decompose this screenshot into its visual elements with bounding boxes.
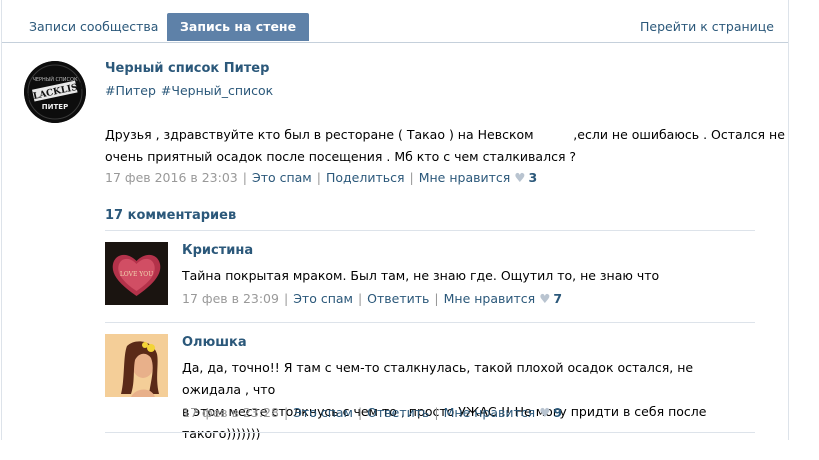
comments-header[interactable]: 17 комментариев xyxy=(105,208,236,223)
like-count: 3 xyxy=(528,170,538,185)
spam-link[interactable]: Это спам xyxy=(293,405,353,420)
heart-icon[interactable]: ♥ xyxy=(539,291,550,306)
comment: LOVE YOU Кристина Тайна покрытая мраком.… xyxy=(105,230,755,317)
user-photo-icon xyxy=(105,334,168,397)
hashtag-piter[interactable]: #Питер xyxy=(105,83,156,98)
comment-date[interactable]: 17 фев в 23:28 xyxy=(182,405,279,420)
hashtag-blacklist[interactable]: #Черный_список xyxy=(161,83,273,98)
heart-icon[interactable]: ♥ xyxy=(514,170,525,185)
divider xyxy=(105,432,755,433)
like-link[interactable]: Мне нравится xyxy=(444,405,536,420)
comment-date[interactable]: 17 фев в 23:09 xyxy=(182,291,279,306)
blacklist-logo-icon: ЧЕРНЫЙ СПИСОК BLACKLIST ПИТЕР xyxy=(24,61,86,123)
group-avatar[interactable]: ЧЕРНЫЙ СПИСОК BLACKLIST ПИТЕР xyxy=(24,61,86,123)
post-frame: Записи сообщества Запись на стене Перейт… xyxy=(1,0,789,441)
separator: | xyxy=(409,170,414,185)
commenter-avatar[interactable]: LOVE YOU xyxy=(105,242,168,305)
spam-link[interactable]: Это спам xyxy=(252,170,312,185)
post-text: Друзья , здравствуйте кто был в ресторан… xyxy=(105,124,785,168)
comment-text: Тайна покрытая мраком. Был там, не знаю … xyxy=(182,268,660,283)
separator: | xyxy=(242,170,247,185)
hashtags: #Питер #Черный_список xyxy=(105,83,278,98)
group-name-link[interactable]: Черный список Питер xyxy=(105,61,269,76)
post-text-line: Друзья , здравствуйте кто был в ресторан… xyxy=(105,127,785,142)
tab-community-posts[interactable]: Записи сообщества xyxy=(16,13,171,41)
post-text-line: очень приятный осадок после посещения . … xyxy=(105,149,577,164)
share-link[interactable]: Поделиться xyxy=(326,170,405,185)
separator: | xyxy=(283,405,289,420)
reply-link[interactable]: Ответить xyxy=(367,405,429,420)
like-link[interactable]: Мне нравится xyxy=(419,170,511,185)
like-link[interactable]: Мне нравится xyxy=(444,291,536,306)
comment-meta: 17 фев в 23:09 | Это спам | Ответить | Мне нра… xyxy=(182,291,562,306)
heart-icon[interactable]: ♥ xyxy=(539,405,550,420)
commenter-name[interactable]: Кристина xyxy=(182,243,253,258)
tab-wall-post[interactable]: Запись на стене xyxy=(167,13,310,41)
separator: | xyxy=(283,291,289,306)
avatar-text-bottom: ПИТЕР xyxy=(42,103,68,111)
like-count: 7 xyxy=(553,291,563,306)
comment-meta: 17 фев в 23:28 | Это спам | Ответить | Мне нра… xyxy=(182,405,562,420)
goto-page-link[interactable]: Перейти к странице xyxy=(640,13,774,41)
tabs-bar: Записи сообщества Запись на стене Перейт… xyxy=(2,0,788,43)
post-meta: 17 фев 2016 в 23:03 | Это спам | Поделиться |… xyxy=(105,170,537,185)
separator: | xyxy=(357,291,363,306)
comment-text-line: Да, да, точно!! Я там с чем-то сталкнула… xyxy=(182,360,694,397)
comment: Олюшка Да, да, точно!! Я там с чем-то ст… xyxy=(105,322,755,441)
separator: | xyxy=(357,405,363,420)
reply-link[interactable]: Ответить xyxy=(367,291,429,306)
heart-avatar-icon: LOVE YOU xyxy=(105,242,168,305)
commenter-avatar[interactable] xyxy=(105,334,168,397)
avatar-text: LOVE YOU xyxy=(120,271,153,278)
commenter-name[interactable]: Олюшка xyxy=(182,335,247,350)
separator: | xyxy=(434,291,439,306)
post-date[interactable]: 17 фев 2016 в 23:03 xyxy=(105,170,238,185)
spam-link[interactable]: Это спам xyxy=(293,291,353,306)
like-count: 9 xyxy=(553,405,563,420)
separator: | xyxy=(434,405,439,420)
separator: | xyxy=(316,170,321,185)
